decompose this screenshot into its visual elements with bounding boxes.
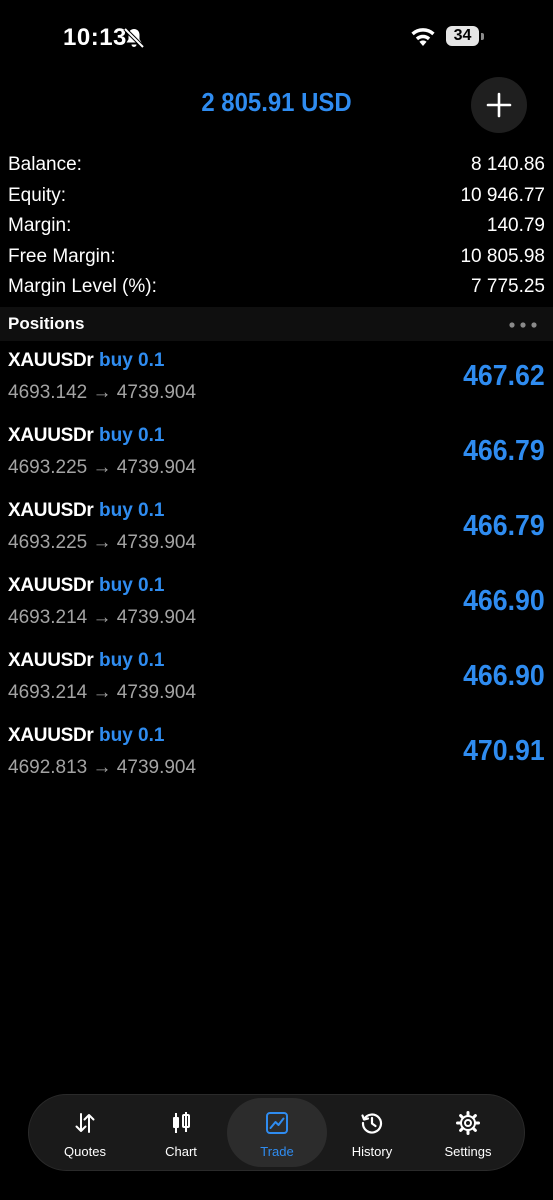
positions-title: Positions (8, 314, 85, 333)
position-symbol: XAUUSDr (8, 650, 94, 671)
status-time: 10:13 (63, 24, 127, 51)
position-row[interactable]: XAUUSDr buy 0.1 4693.225 → 4739.904 466.… (0, 492, 553, 567)
free-margin-label: Free Margin: (8, 245, 116, 267)
tab-settings[interactable]: Settings (419, 1095, 517, 1170)
tab-trade-label: Trade (260, 1144, 294, 1159)
bottom-tab-bar: Quotes Chart Trade History Settings (28, 1094, 525, 1171)
balance-label: Balance: (8, 154, 82, 175)
position-side: buy 0.1 (99, 725, 165, 746)
battery-icon: 34 (446, 26, 484, 46)
position-prices: 4693.214 → 4739.904 (8, 607, 197, 628)
position-side: buy 0.1 (99, 650, 165, 671)
tab-chart[interactable]: Chart (132, 1095, 230, 1170)
position-prices: 4693.225 → 4739.904 (8, 532, 197, 553)
position-symbol: XAUUSDr (8, 725, 94, 746)
position-prices: 4692.813 → 4739.904 (8, 757, 197, 778)
candlestick-icon (173, 1112, 190, 1133)
tab-settings-label: Settings (444, 1144, 492, 1159)
summary-row-margin: Margin: 140.79 (0, 211, 553, 242)
summary-row-balance: Balance: 8 140.86 (0, 150, 553, 181)
battery-level: 34 (446, 26, 479, 46)
summary-row-margin-level: Margin Level (%): 7 775.25 (0, 272, 553, 303)
position-row[interactable]: XAUUSDr buy 0.1 4693.225 → 4739.904 466.… (0, 417, 553, 492)
equity-value: 10 946.77 (460, 184, 545, 206)
position-prices: 4693.142 → 4739.904 (8, 382, 197, 403)
summary-row-equity: Equity: 10 946.77 (0, 181, 553, 212)
position-symbol: XAUUSDr (8, 500, 94, 521)
tab-quotes-label: Quotes (64, 1144, 106, 1159)
position-prices: 4693.225 → 4739.904 (8, 457, 197, 478)
more-options-icon[interactable] (508, 321, 538, 329)
positions-list: XAUUSDr buy 0.1 4693.142 → 4739.904 467.… (0, 342, 553, 792)
free-margin-value: 10 805.98 (460, 245, 545, 267)
position-row[interactable]: XAUUSDr buy 0.1 4693.214 → 4739.904 466.… (0, 567, 553, 642)
position-profit: 470.91 (463, 735, 545, 767)
wifi-icon (411, 28, 435, 46)
position-side: buy 0.1 (99, 575, 165, 596)
position-row[interactable]: XAUUSDr buy 0.1 4693.214 → 4739.904 466.… (0, 642, 553, 717)
status-bar: 10:13 34 (0, 0, 553, 76)
position-side: buy 0.1 (99, 425, 165, 446)
position-symbol: XAUUSDr (8, 350, 94, 371)
bell-slash-icon (123, 27, 145, 49)
position-prices: 4693.214 → 4739.904 (8, 682, 197, 703)
position-profit: 466.90 (463, 660, 545, 692)
account-summary: Balance: 8 140.86 Equity: 10 946.77 Marg… (0, 150, 553, 303)
quotes-arrows-icon (75, 1113, 95, 1133)
margin-level-label: Margin Level (%): (8, 276, 157, 297)
position-side: buy 0.1 (99, 500, 165, 521)
tab-trade[interactable]: Trade (227, 1098, 327, 1167)
summary-row-free-margin: Free Margin: 10 805.98 (0, 242, 553, 273)
position-symbol: XAUUSDr (8, 575, 94, 596)
margin-value: 140.79 (486, 215, 545, 236)
position-profit: 466.79 (463, 510, 545, 542)
balance-value: 8 140.86 (471, 154, 545, 175)
position-symbol: XAUUSDr (8, 425, 94, 446)
tab-history[interactable]: History (323, 1095, 421, 1170)
tab-quotes[interactable]: Quotes (36, 1095, 134, 1170)
tab-chart-label: Chart (165, 1144, 197, 1159)
position-row[interactable]: XAUUSDr buy 0.1 4693.142 → 4739.904 467.… (0, 342, 553, 417)
history-clock-icon (361, 1113, 383, 1134)
margin-level-value: 7 775.25 (471, 276, 545, 297)
tab-history-label: History (351, 1144, 393, 1159)
position-row[interactable]: XAUUSDr buy 0.1 4692.813 → 4739.904 470.… (0, 717, 553, 792)
position-profit: 466.79 (463, 435, 545, 467)
gear-icon (456, 1111, 480, 1135)
plus-icon (486, 92, 512, 118)
position-side: buy 0.1 (99, 350, 165, 371)
margin-label: Margin: (8, 215, 72, 236)
position-profit: 466.90 (463, 585, 545, 617)
position-profit: 467.62 (463, 360, 545, 392)
total-profit: 2 805.91 USD (201, 87, 352, 117)
add-order-button[interactable] (471, 77, 527, 133)
positions-section-header: Positions (0, 307, 553, 341)
trade-chart-icon (266, 1112, 288, 1134)
equity-label: Equity: (8, 184, 67, 206)
